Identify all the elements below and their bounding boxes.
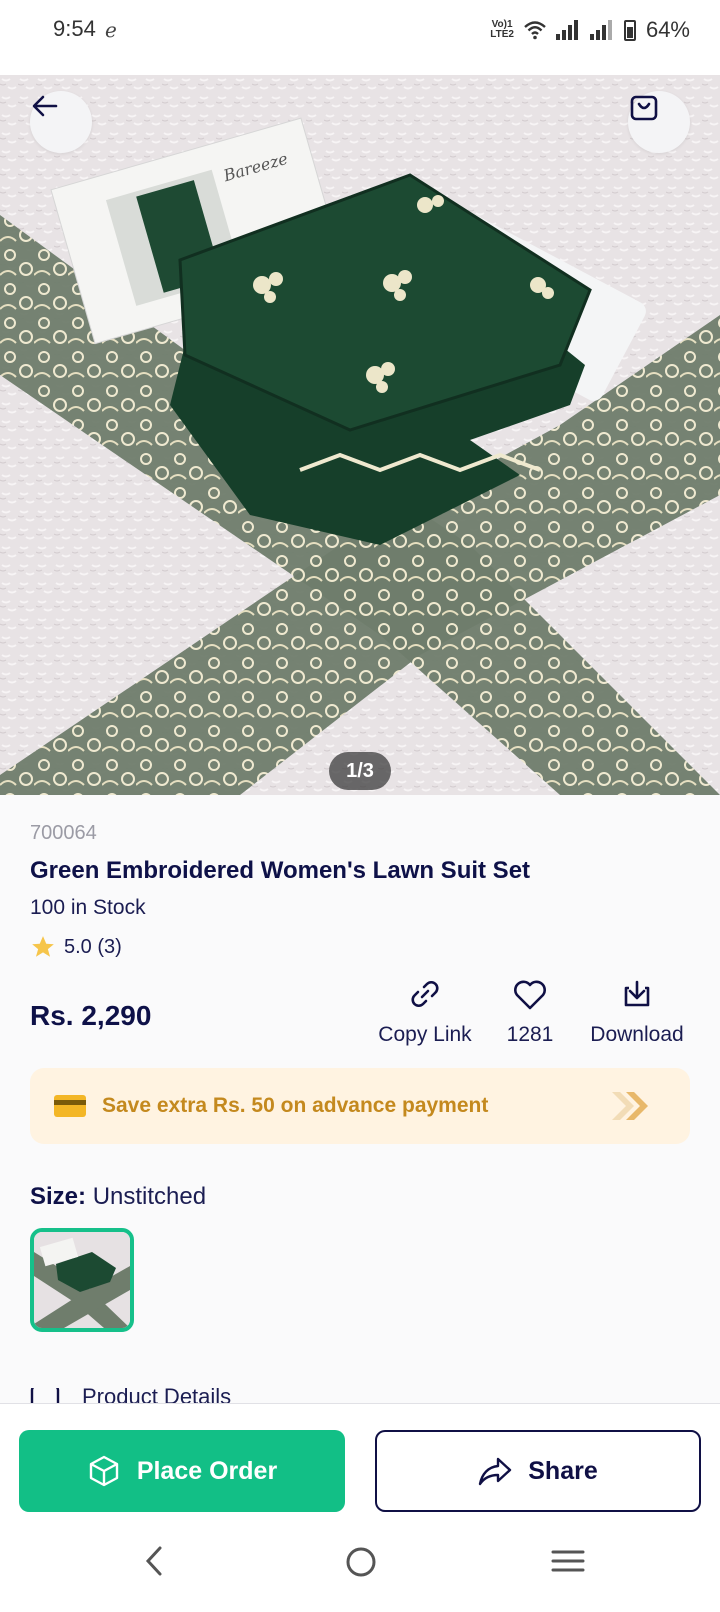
- place-order-label: Place Order: [136, 1456, 278, 1485]
- bottom-action-bar: Place Order Share: [0, 1403, 720, 1523]
- signal-icon-2: [589, 20, 612, 40]
- status-time: 9:54: [53, 16, 96, 41]
- copy-link-button[interactable]: Copy Link: [375, 977, 475, 1047]
- product-image-carousel[interactable]: Bareeze Bareeze 1/3: [0, 75, 720, 795]
- promo-text: Save extra Rs. 50 on advance payment: [102, 1094, 489, 1117]
- rating-text: 5.0 (3): [64, 935, 122, 958]
- battery-icon: [623, 19, 636, 41]
- wifi-icon: [524, 21, 546, 40]
- size-thumbnail-image: [34, 1232, 130, 1328]
- card-icon: [54, 1095, 86, 1117]
- product-title: Green Embroidered Women's Lawn Suit Set: [30, 857, 531, 884]
- status-bar: 9:54 ℯ Vo)1 LTE2 64%: [0, 0, 720, 75]
- network-label: Vo)1 LTE2: [490, 19, 514, 40]
- shopping-bag-icon: [630, 95, 658, 121]
- cart-button[interactable]: [628, 91, 690, 153]
- product-price: Rs. 2,290: [30, 1000, 152, 1031]
- share-icon: [479, 1457, 512, 1486]
- star-icon: [32, 936, 54, 957]
- size-value: Unstitched: [92, 1183, 207, 1210]
- product-sku: 700064: [30, 822, 97, 844]
- product-rating[interactable]: 5.0 (3): [30, 934, 122, 960]
- size-selector-label: Size: Unstitched: [30, 1183, 206, 1211]
- battery-level: 64%: [645, 17, 690, 42]
- cube-icon: [89, 1455, 119, 1487]
- signal-icon-1: [555, 20, 578, 40]
- nav-recents-icon[interactable]: [551, 1545, 585, 1577]
- share-button[interactable]: Share: [375, 1430, 701, 1512]
- image-page-indicator: 1/3: [329, 752, 391, 790]
- sync-icon: ℯ: [105, 20, 117, 42]
- link-icon: [411, 981, 439, 1007]
- back-arrow-icon: [32, 95, 58, 117]
- advance-payment-promo[interactable]: Save extra Rs. 50 on advance payment: [30, 1068, 690, 1144]
- size-label: Size:: [30, 1183, 87, 1210]
- back-button[interactable]: [30, 91, 92, 153]
- download-button[interactable]: Download: [582, 977, 692, 1047]
- share-label: Share: [528, 1456, 598, 1485]
- stock-status: 100 in Stock: [30, 896, 146, 919]
- size-option-thumbnail[interactable]: [30, 1228, 134, 1332]
- place-order-button[interactable]: Place Order: [19, 1430, 345, 1512]
- chevrons-icon: [612, 1092, 648, 1120]
- download-icon: [624, 980, 650, 1007]
- like-count: 1281: [506, 1023, 554, 1046]
- status-indicators: Vo)1 LTE2 64%: [490, 17, 690, 43]
- copy-link-label: Copy Link: [378, 1023, 472, 1046]
- nav-home-icon[interactable]: [344, 1545, 378, 1579]
- nav-back-icon[interactable]: [140, 1545, 170, 1577]
- download-label: Download: [590, 1023, 684, 1046]
- like-button[interactable]: 1281: [495, 977, 565, 1047]
- product-photo: Bareeze Bareeze: [0, 75, 720, 795]
- heart-icon: [514, 980, 546, 1010]
- system-navigation-bar: [0, 1523, 720, 1612]
